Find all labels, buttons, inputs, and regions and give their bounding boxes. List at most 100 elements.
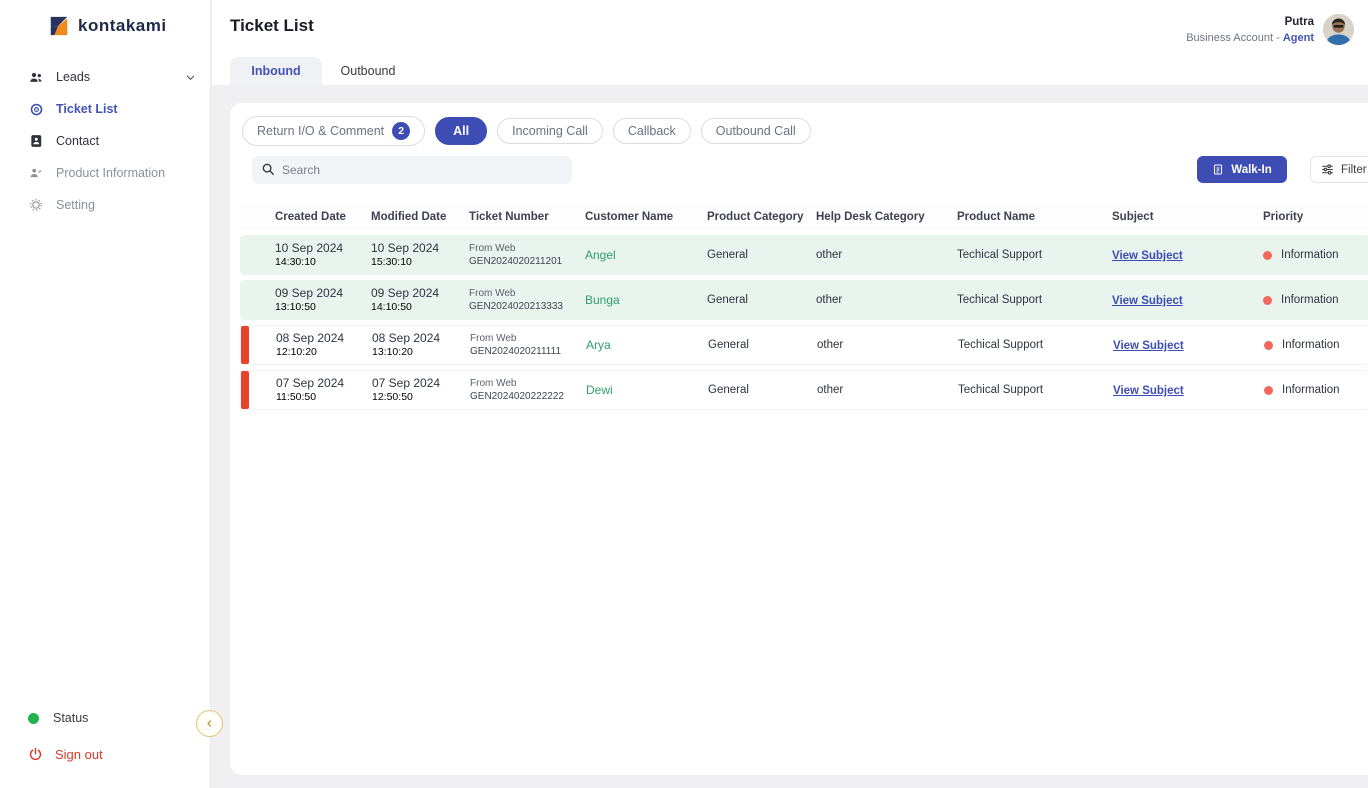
- ticket-number-cell: From Web GEN2024020213333: [469, 287, 585, 313]
- filter-chip[interactable]: Callback: [613, 118, 691, 144]
- sidebar-item-leads[interactable]: Leads: [0, 61, 210, 93]
- user-account-type: Business Account: [1186, 32, 1273, 44]
- table-row[interactable]: 07 Sep 2024 11:50:50 07 Sep 2024 12:50:5…: [240, 370, 1368, 410]
- priority-cell: Information: [1263, 294, 1368, 306]
- status-label: Status: [53, 711, 88, 725]
- user-info[interactable]: Putra Business Account - Agent: [1186, 15, 1314, 45]
- modified-date-cell: 10 Sep 2024 15:30:10: [371, 241, 469, 269]
- filter-chip[interactable]: Outbound Call: [701, 118, 811, 144]
- toolbar: Walk-In Filter: [252, 156, 1368, 184]
- view-subject-link[interactable]: View Subject: [1113, 340, 1184, 352]
- sidebar-item-ticket-list[interactable]: Ticket List: [0, 93, 210, 125]
- priority-dot-icon: [1264, 341, 1273, 350]
- table-column-header[interactable]: Help Desk Category: [816, 211, 957, 223]
- brand-name: kontakami: [78, 16, 167, 36]
- filter-chip-label: All: [453, 124, 469, 138]
- walk-in-icon: [1212, 163, 1224, 176]
- product-name-cell: Techical Support: [958, 384, 1113, 396]
- table-column-header[interactable]: Customer Name: [585, 211, 707, 223]
- sidebar-collapse-button[interactable]: [196, 710, 223, 737]
- filter-chip[interactable]: Incoming Call: [497, 118, 603, 144]
- table-row[interactable]: 10 Sep 2024 14:30:10 10 Sep 2024 15:30:1…: [240, 235, 1368, 275]
- power-icon: [28, 747, 43, 762]
- search-box: [252, 156, 572, 184]
- view-subject-link[interactable]: View Subject: [1113, 385, 1184, 397]
- customer-name-cell: Arya: [586, 338, 708, 352]
- product-category-cell: General: [708, 339, 817, 351]
- priority-dot-icon: [1263, 251, 1272, 260]
- sidebar-item-label: Setting: [56, 198, 95, 212]
- help-desk-category-cell: other: [817, 384, 958, 396]
- priority-label: Information: [1282, 339, 1340, 351]
- main-area: Ticket List Putra Business Account - Age…: [212, 0, 1368, 788]
- topbar: Ticket List Putra Business Account - Age…: [212, 0, 1368, 85]
- table-column-header[interactable]: Product Category: [707, 211, 816, 223]
- table-header: Created Date Modified Date Ticket Number…: [240, 204, 1368, 230]
- priority-dot-icon: [1263, 296, 1272, 305]
- search-input[interactable]: [252, 156, 572, 184]
- modified-date-cell: 07 Sep 2024 12:50:50: [372, 376, 470, 404]
- contact-book-icon: [28, 133, 44, 149]
- created-date-cell: 08 Sep 2024 12:10:20: [276, 331, 372, 359]
- avatar[interactable]: [1323, 14, 1354, 45]
- view-subject-link[interactable]: View Subject: [1112, 250, 1183, 262]
- walk-in-button[interactable]: Walk-In: [1197, 156, 1287, 183]
- table-body: 10 Sep 2024 14:30:10 10 Sep 2024 15:30:1…: [230, 235, 1368, 410]
- product-name-cell: Techical Support: [958, 339, 1113, 351]
- sidebar: kontakami Leads Ticket List Contact: [0, 0, 211, 788]
- priority-label: Information: [1282, 384, 1340, 396]
- product-name-cell: Techical Support: [957, 249, 1112, 261]
- filter-chip[interactable]: All: [435, 117, 487, 145]
- product-category-cell: General: [707, 294, 816, 306]
- product-person-icon: [28, 165, 44, 181]
- table-column-header[interactable]: Ticket Number: [469, 211, 585, 223]
- filter-label: Filter: [1341, 164, 1367, 176]
- tab-outbound[interactable]: Outbound: [322, 57, 414, 85]
- table-column-header[interactable]: Created Date: [275, 211, 371, 223]
- user-subtitle: Business Account - Agent: [1186, 31, 1314, 46]
- user-name: Putra: [1186, 15, 1314, 31]
- modified-date-cell: 08 Sep 2024 13:10:20: [372, 331, 470, 359]
- status-dot-icon: [28, 713, 39, 724]
- tab-inbound[interactable]: Inbound: [230, 57, 322, 85]
- help-desk-category-cell: other: [817, 339, 958, 351]
- ticket-icon: [28, 101, 44, 117]
- walk-in-label: Walk-In: [1231, 164, 1271, 176]
- call-type-chips: All Incoming Call Callback Outbound Call: [435, 117, 811, 145]
- table-row[interactable]: 09 Sep 2024 13:10:50 09 Sep 2024 14:10:5…: [240, 280, 1368, 320]
- created-date-cell: 10 Sep 2024 14:30:10: [275, 241, 371, 269]
- subject-cell: View Subject: [1112, 246, 1263, 264]
- search-icon: [261, 162, 275, 181]
- return-io-comment-chip[interactable]: Return I/O & Comment 2: [242, 116, 425, 146]
- sidebar-item-label: Product Information: [56, 166, 165, 180]
- status-indicator: Status: [0, 701, 210, 735]
- chevron-down-icon[interactable]: [185, 72, 196, 83]
- gear-icon: [28, 197, 44, 213]
- sign-out-label: Sign out: [55, 747, 103, 762]
- ticket-number-cell: From Web GEN2024020211201: [469, 242, 585, 268]
- modified-date-cell: 09 Sep 2024 14:10:50: [371, 286, 469, 314]
- table-row[interactable]: 08 Sep 2024 12:10:20 08 Sep 2024 13:10:2…: [240, 325, 1368, 365]
- filter-chip-label: Outbound Call: [716, 124, 796, 138]
- help-desk-category-cell: other: [816, 294, 957, 306]
- ticket-list-card: Return I/O & Comment 2 All Incoming Call…: [230, 103, 1368, 775]
- filter-button[interactable]: Filter: [1310, 156, 1368, 183]
- sign-out-button[interactable]: Sign out: [0, 735, 210, 774]
- sidebar-item-contact[interactable]: Contact: [0, 125, 210, 157]
- priority-cell: Information: [1264, 384, 1368, 396]
- table-column-header[interactable]: Priority: [1263, 211, 1368, 223]
- sidebar-item-product-information[interactable]: Product Information: [0, 157, 210, 189]
- view-subject-link[interactable]: View Subject: [1112, 295, 1183, 307]
- table-column-header[interactable]: Modified Date: [371, 211, 469, 223]
- brand-logo-icon: [48, 15, 70, 37]
- sidebar-nav: Leads Ticket List Contact Product Inform…: [0, 61, 210, 221]
- created-date-cell: 09 Sep 2024 13:10:50: [275, 286, 371, 314]
- subject-cell: View Subject: [1112, 291, 1263, 309]
- sidebar-item-setting[interactable]: Setting: [0, 189, 210, 221]
- sidebar-bottom: Status Sign out: [0, 701, 210, 774]
- ticket-number-cell: From Web GEN2024020211111: [470, 332, 586, 358]
- table-column-header[interactable]: Subject: [1112, 211, 1263, 223]
- page-title: Ticket List: [230, 16, 314, 36]
- table-column-header[interactable]: Product Name: [957, 211, 1112, 223]
- customer-name-cell: Angel: [585, 248, 707, 262]
